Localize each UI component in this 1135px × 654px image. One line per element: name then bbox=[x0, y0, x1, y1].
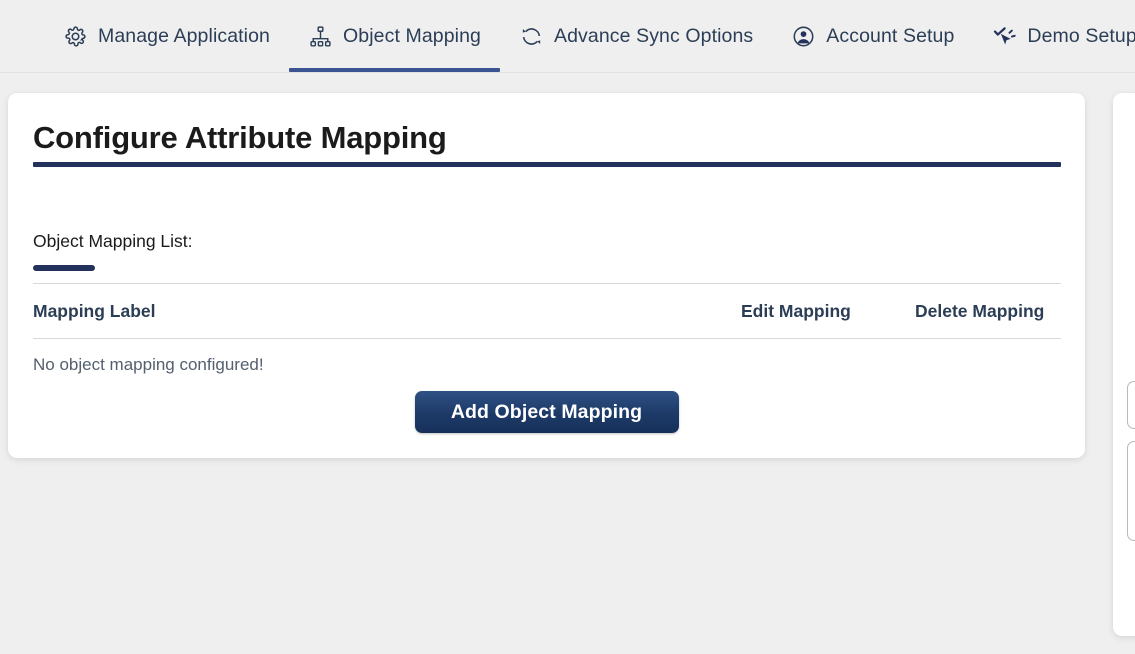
empty-state-message: No object mapping configured! bbox=[33, 355, 264, 374]
gear-icon bbox=[63, 24, 87, 48]
secondary-panel-card bbox=[1113, 93, 1135, 636]
tab-label: Account Setup bbox=[826, 25, 955, 48]
section-underline-accent bbox=[33, 265, 95, 271]
tab-label: Manage Application bbox=[98, 25, 271, 48]
tab-account-setup[interactable]: Account Setup bbox=[772, 0, 973, 72]
side-panel-textarea-field[interactable] bbox=[1127, 441, 1135, 541]
title-underline-rule bbox=[33, 162, 1061, 167]
table-header-row: Mapping Label Edit Mapping Delete Mappin… bbox=[33, 284, 1061, 338]
tab-label: Object Mapping bbox=[343, 25, 481, 48]
add-object-mapping-button[interactable]: Add Object Mapping bbox=[414, 391, 679, 433]
side-panel-input-field[interactable] bbox=[1127, 381, 1135, 429]
tab-manage-application[interactable]: Manage Application bbox=[44, 0, 289, 72]
cursor-check-icon bbox=[992, 24, 1017, 48]
page-title: Configure Attribute Mapping bbox=[33, 120, 447, 155]
user-circle-icon bbox=[791, 24, 815, 48]
object-mapping-list-label: Object Mapping List: bbox=[33, 231, 193, 251]
configure-attribute-mapping-card: Configure Attribute Mapping Object Mappi… bbox=[8, 93, 1085, 458]
tab-object-mapping[interactable]: Object Mapping bbox=[289, 0, 500, 72]
sitemap-icon bbox=[308, 24, 332, 48]
column-header-mapping-label: Mapping Label bbox=[33, 300, 156, 321]
column-header-delete-mapping: Delete Mapping bbox=[915, 300, 1045, 321]
sync-icon bbox=[519, 24, 543, 48]
add-object-mapping-button-container: Add Object Mapping bbox=[8, 391, 1085, 433]
tab-demo-setup[interactable]: Demo Setup bbox=[973, 0, 1135, 72]
tab-advance-sync-options[interactable]: Advance Sync Options bbox=[500, 0, 772, 72]
tab-label: Advance Sync Options bbox=[554, 25, 754, 48]
tab-label: Demo Setup bbox=[1027, 25, 1135, 48]
object-mapping-table: Mapping Label Edit Mapping Delete Mappin… bbox=[33, 283, 1061, 375]
primary-tab-bar: Manage Application Object Mapping Advanc… bbox=[0, 0, 1135, 73]
column-header-edit-mapping: Edit Mapping bbox=[741, 300, 851, 321]
